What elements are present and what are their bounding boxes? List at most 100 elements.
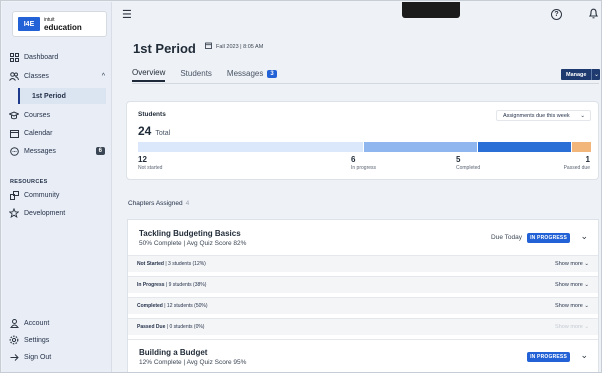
chevron-down-icon: ⌄ [584, 261, 589, 267]
progress-segment-completed [477, 142, 572, 152]
chapter-title: Tackling Budgeting Basics [139, 229, 241, 238]
show-more-label: Show more [555, 324, 583, 330]
chapter-header[interactable]: Building a Budget 12% Complete | Avg Qui… [128, 339, 598, 372]
assignments-filter-dropdown[interactable]: Assignments due this week ⌄ [496, 110, 591, 121]
manage-label: Manage [561, 69, 592, 80]
sidebar-item-calendar[interactable]: Calendar [9, 125, 109, 141]
show-more-button[interactable]: Show more ⌄ [555, 282, 589, 288]
row-label: Completed | 12 students (50%) [137, 303, 208, 309]
chapters-count: 4 [185, 200, 190, 207]
gear-icon [9, 335, 19, 345]
sidebar: I4E intuit education Dashboard Classes ^… [2, 2, 112, 372]
camera-notch [402, 2, 460, 18]
term-info: Fall 2023 | 8:05 AM [205, 42, 263, 51]
row-status: Not Started [137, 261, 164, 267]
bell-icon[interactable] [588, 8, 599, 22]
stat-value: 6 [351, 155, 356, 164]
row-label: In Progress | 9 students (38%) [137, 282, 206, 288]
row-status: Passed Due [137, 324, 166, 330]
chevron-down-icon[interactable]: ⌄ [591, 69, 601, 80]
stat-in-progress: 6 In progress [351, 155, 376, 171]
hamburger-menu-icon[interactable]: ☰ [122, 8, 132, 21]
sidebar-item-messages[interactable]: Messages 6 [9, 143, 109, 159]
mortarboard-icon [9, 110, 19, 120]
chevron-down-icon[interactable]: ⌄ [580, 350, 588, 361]
chevron-down-icon: ⌄ [584, 303, 589, 309]
help-icon[interactable]: ? [551, 9, 562, 20]
sidebar-item-label: Account [24, 319, 50, 327]
row-detail: | 3 students (12%) [165, 261, 206, 267]
chevron-up-icon: ^ [101, 72, 105, 80]
students-title: Students [138, 111, 166, 118]
status-badge: IN PROGRESS [527, 352, 570, 362]
status-badge: IN PROGRESS [527, 233, 570, 243]
progress-segment-not-started [138, 142, 363, 152]
filter-value: Assignments due this week [503, 112, 570, 119]
grid-icon [9, 52, 19, 62]
sidebar-item-sign-out[interactable]: Sign Out [9, 349, 109, 365]
top-bar: ☰ ? [112, 2, 600, 28]
due-text: Due Today [491, 234, 522, 241]
sidebar-item-label: Settings [24, 336, 50, 344]
messages-count-badge: 6 [95, 147, 105, 155]
sidebar-item-label: Calendar [24, 129, 53, 137]
tab-divider [132, 83, 599, 84]
logo[interactable]: I4E intuit education [12, 11, 107, 37]
students-total-value: 24 [138, 124, 152, 138]
sidebar-item-dashboard[interactable]: Dashboard [9, 49, 109, 65]
sidebar-item-classes[interactable]: Classes ^ [9, 68, 109, 84]
stat-passed-due: 1 Passed due [564, 155, 590, 171]
progress-segment-passed-due [572, 142, 591, 152]
chapter-subtitle: 50% Complete | Avg Quiz Score 82% [139, 240, 247, 247]
tab-overview[interactable]: Overview [132, 68, 166, 82]
stat-label: In progress [351, 165, 377, 171]
sidebar-item-label: Community [24, 191, 60, 199]
tab-label: Overview [132, 68, 166, 77]
logo-mark: I4E [18, 17, 40, 31]
chevron-down-icon[interactable]: ⌄ [580, 231, 588, 242]
row-detail: | 0 students (0%) [166, 324, 205, 330]
show-more-button[interactable]: Show more ⌄ [555, 261, 589, 267]
stat-label: Not started [138, 165, 163, 171]
show-more-label: Show more [555, 261, 583, 267]
term-text: Fall 2023 | 8:05 AM [216, 43, 264, 50]
students-progress-bar [138, 142, 591, 152]
messages-tab-badge: 3 [267, 69, 277, 78]
chevron-down-icon: ⌄ [584, 324, 589, 330]
sidebar-item-label: Messages [24, 147, 56, 155]
show-more-button[interactable]: Show more ⌄ [555, 303, 589, 309]
stat-not-started: 12 Not started [138, 155, 162, 171]
calendar-icon [205, 42, 212, 51]
students-card: Students 24 Total Assignments due this we… [126, 101, 599, 180]
logo-text: intuit education [44, 17, 82, 32]
sidebar-item-development[interactable]: Development [9, 205, 109, 221]
chapter-subtitle: 12% Complete | Avg Quiz Score 95% [139, 359, 247, 366]
show-more-button: Show more ⌄ [555, 324, 589, 330]
chapter-header[interactable]: Tackling Budgeting Basics 50% Complete |… [128, 220, 598, 255]
sidebar-item-courses[interactable]: Courses [9, 107, 109, 123]
tab-students[interactable]: Students [180, 68, 212, 82]
stat-completed: 5 Completed [456, 155, 480, 171]
chapters-label-text: Chapters Assigned [128, 200, 183, 207]
chapters-assigned-label: Chapters Assigned 4 [128, 200, 189, 207]
manage-button[interactable]: Manage ⌄ [561, 69, 601, 80]
students-total: 24 Total [138, 124, 170, 138]
sidebar-item-label: Development [24, 209, 66, 217]
stat-label: Completed [456, 165, 481, 171]
tab-label: Students [180, 69, 212, 78]
sidebar-item-label: Courses [24, 111, 51, 119]
progress-segment-in-progress [364, 142, 477, 152]
page-title: 1st Period [133, 41, 196, 56]
tab-bar: Overview Students Messages 3 [132, 68, 292, 82]
sidebar-item-label: Sign Out [24, 353, 52, 361]
sidebar-item-1st-period[interactable]: 1st Period [18, 88, 106, 104]
sidebar-item-settings[interactable]: Settings [9, 332, 109, 348]
tab-label: Messages [226, 69, 264, 78]
chat-icon [9, 146, 19, 156]
sidebar-item-community[interactable]: Community [9, 187, 109, 203]
row-status: Completed [137, 303, 163, 309]
person-icon [9, 318, 19, 328]
tab-messages[interactable]: Messages 3 [227, 68, 277, 82]
sidebar-item-account[interactable]: Account [9, 315, 109, 331]
show-more-label: Show more [555, 303, 583, 309]
